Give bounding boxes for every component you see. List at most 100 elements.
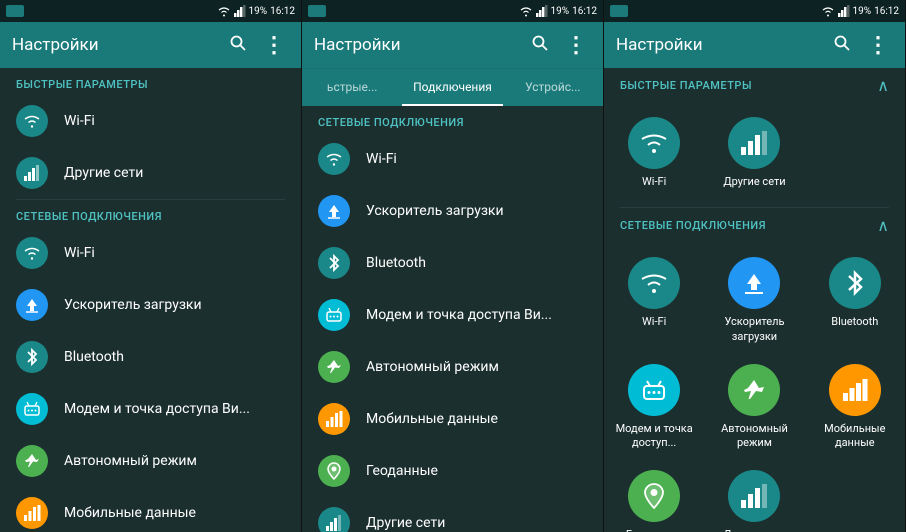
mobile-1-label: Мобильные данные	[64, 505, 196, 521]
other-nets-grid-label-quick-3: Другие сети	[723, 175, 785, 189]
app-bar-3: Настройки ⋮	[604, 22, 905, 68]
search-icon-1[interactable]	[225, 30, 251, 61]
list-item-bt-1[interactable]: Bluetooth	[0, 331, 301, 383]
signal-status-icon	[234, 5, 246, 17]
airplane-icon-1	[16, 445, 48, 477]
status-icons-3: 19% 16:12	[821, 5, 899, 17]
bt-2-label: Bluetooth	[366, 255, 426, 271]
grid-item-modem-3[interactable]: Модем и точка доступ...	[604, 354, 704, 461]
signal-status-icon-2	[536, 5, 548, 17]
wifi-icon-1	[16, 237, 48, 269]
grid-item-other-nets-3[interactable]: Другие сети	[704, 460, 804, 532]
other-nets-quick-label: Другие сети	[64, 165, 143, 181]
download-icon-1	[16, 289, 48, 321]
net-collapse-icon-3[interactable]: ∧	[877, 216, 889, 235]
app-bar-1: Настройки ⋮	[0, 22, 301, 68]
panel-3: 19% 16:12 Настройки ⋮ БЫСТРЫЕ ПАРАМЕТРЫ …	[604, 0, 906, 532]
quick-collapse-icon-3[interactable]: ∧	[877, 76, 889, 95]
grid-item-airplane-3[interactable]: Автономный режим	[704, 354, 804, 461]
wifi-status-icon-3	[821, 5, 835, 17]
grid-item-wifi-3[interactable]: Wi-Fi	[604, 247, 704, 354]
grid-item-download-3[interactable]: Ускоритель загрузки	[704, 247, 804, 354]
airplane-grid-label-3: Автономный режим	[708, 422, 800, 451]
list-item-mobile-1[interactable]: Мобильные данные	[0, 487, 301, 532]
wifi-grid-icon-3	[628, 257, 680, 309]
wifi-grid-label-3: Wi-Fi	[642, 315, 666, 329]
content-3: БЫСТРЫЕ ПАРАМЕТРЫ ∧ Wi-Fi	[604, 68, 905, 532]
mobile-grid-label-3: Мобильные данные	[809, 422, 901, 451]
wifi-grid-icon-quick-3	[628, 117, 680, 169]
list-item-wifi-2[interactable]: Wi-Fi	[302, 133, 603, 185]
list-item-other-nets-quick[interactable]: Другие сети	[0, 147, 301, 199]
tab-conn-2[interactable]: Подключения	[402, 69, 502, 106]
search-icon-2[interactable]	[527, 30, 553, 61]
more-icon-3[interactable]: ⋮	[863, 29, 893, 62]
status-bar-1: 19% 16:12	[0, 0, 301, 22]
list-item-geo-2[interactable]: Геоданные	[302, 445, 603, 497]
list-item-download-2[interactable]: Ускоритель загрузки	[302, 185, 603, 237]
list-item-other-nets-2[interactable]: Другие сети	[302, 497, 603, 532]
wifi-grid-label-quick-3: Wi-Fi	[642, 175, 666, 189]
grid-item-other-nets-quick-3[interactable]: Другие сети	[704, 107, 804, 199]
search-icon-3[interactable]	[829, 30, 855, 61]
list-item-wifi-1[interactable]: Wi-Fi	[0, 227, 301, 279]
tab-quick-2[interactable]: ьстрые...	[302, 69, 402, 106]
download-icon-2	[318, 195, 350, 227]
bt-icon-1	[16, 341, 48, 373]
other-nets-2-label: Другие сети	[366, 515, 445, 531]
bt-grid-label-3: Bluetooth	[831, 315, 878, 329]
wifi-status-icon-2	[519, 5, 533, 17]
wifi-icon-2	[318, 143, 350, 175]
list-item-modem-2[interactable]: Модем и точка доступа Ви...	[302, 289, 603, 341]
panel-1: 19% 16:12 Настройки ⋮ БЫСТРЫЕ ПАРАМЕТРЫ …	[0, 0, 302, 532]
battery-2: 19%	[551, 6, 570, 17]
list-item-wifi-quick[interactable]: Wi-Fi	[0, 95, 301, 147]
net-section-header-3[interactable]: СЕТЕВЫЕ ПОДКЛЮЧЕНИЯ ∧	[604, 208, 905, 239]
tab-dev-2[interactable]: Устройс...	[503, 69, 603, 106]
geo-grid-icon-3	[628, 470, 680, 522]
grid-item-mobile-3[interactable]: Мобильные данные	[805, 354, 905, 461]
quick-section-header-3[interactable]: БЫСТРЫЕ ПАРАМЕТРЫ ∧	[604, 68, 905, 99]
wifi-quick-label: Wi-Fi	[64, 113, 95, 129]
more-icon-2[interactable]: ⋮	[561, 29, 591, 62]
geo-2-label: Геоданные	[366, 463, 438, 479]
signal-status-icon-3	[838, 5, 850, 17]
download-2-label: Ускоритель загрузки	[366, 203, 504, 219]
list-item-mobile-2[interactable]: Мобильные данные	[302, 393, 603, 445]
other-nets-grid-icon-3	[728, 470, 780, 522]
airplane-1-label: Автономный режим	[64, 453, 197, 469]
status-icons-1: 19% 16:12	[217, 5, 295, 17]
quick-section-label-3: БЫСТРЫЕ ПАРАМЕТРЫ	[620, 79, 752, 92]
status-bar-2: 19% 16:12	[302, 0, 603, 22]
time-1: 16:12	[270, 6, 295, 17]
battery-1: 19%	[249, 6, 268, 17]
list-item-airplane-2[interactable]: Автономный режим	[302, 341, 603, 393]
grid-item-geo-3[interactable]: Геоданные	[604, 460, 704, 532]
panel-icon-3	[610, 5, 628, 17]
status-bar-3: 19% 16:12	[604, 0, 905, 22]
geo-icon-2	[318, 455, 350, 487]
app-title-3: Настройки	[616, 35, 821, 55]
section-net-1: СЕТЕВЫЕ ПОДКЛЮЧЕНИЯ	[0, 200, 301, 227]
airplane-icon-2	[318, 351, 350, 383]
more-icon-1[interactable]: ⋮	[259, 29, 289, 62]
net-section-label-3: СЕТЕВЫЕ ПОДКЛЮЧЕНИЯ	[620, 219, 766, 232]
grid-item-bt-3[interactable]: Bluetooth	[805, 247, 905, 354]
modem-2-label: Модем и точка доступа Ви...	[366, 307, 552, 323]
list-item-download-1[interactable]: Ускоритель загрузки	[0, 279, 301, 331]
wifi-icon-quick	[16, 105, 48, 137]
download-grid-icon-3	[728, 257, 780, 309]
other-nets-icon-quick	[16, 157, 48, 189]
list-item-bt-2[interactable]: Bluetooth	[302, 237, 603, 289]
grid-item-wifi-quick-3[interactable]: Wi-Fi	[604, 107, 704, 199]
list-item-modem-1[interactable]: Модем и точка доступа Ви...	[0, 383, 301, 435]
net-grid-3: Wi-Fi Ускоритель загрузки Bluetooth Мод	[604, 239, 905, 532]
battery-3: 19%	[853, 6, 872, 17]
modem-grid-label-3: Модем и точка доступ...	[608, 422, 700, 451]
wifi-2-label: Wi-Fi	[366, 151, 397, 167]
modem-1-label: Модем и точка доступа Ви...	[64, 401, 250, 417]
section-net-2: СЕТЕВЫЕ ПОДКЛЮЧЕНИЯ	[302, 106, 603, 133]
wifi-1-label: Wi-Fi	[64, 245, 95, 261]
list-item-airplane-1[interactable]: Автономный режим	[0, 435, 301, 487]
mobile-icon-1	[16, 497, 48, 529]
